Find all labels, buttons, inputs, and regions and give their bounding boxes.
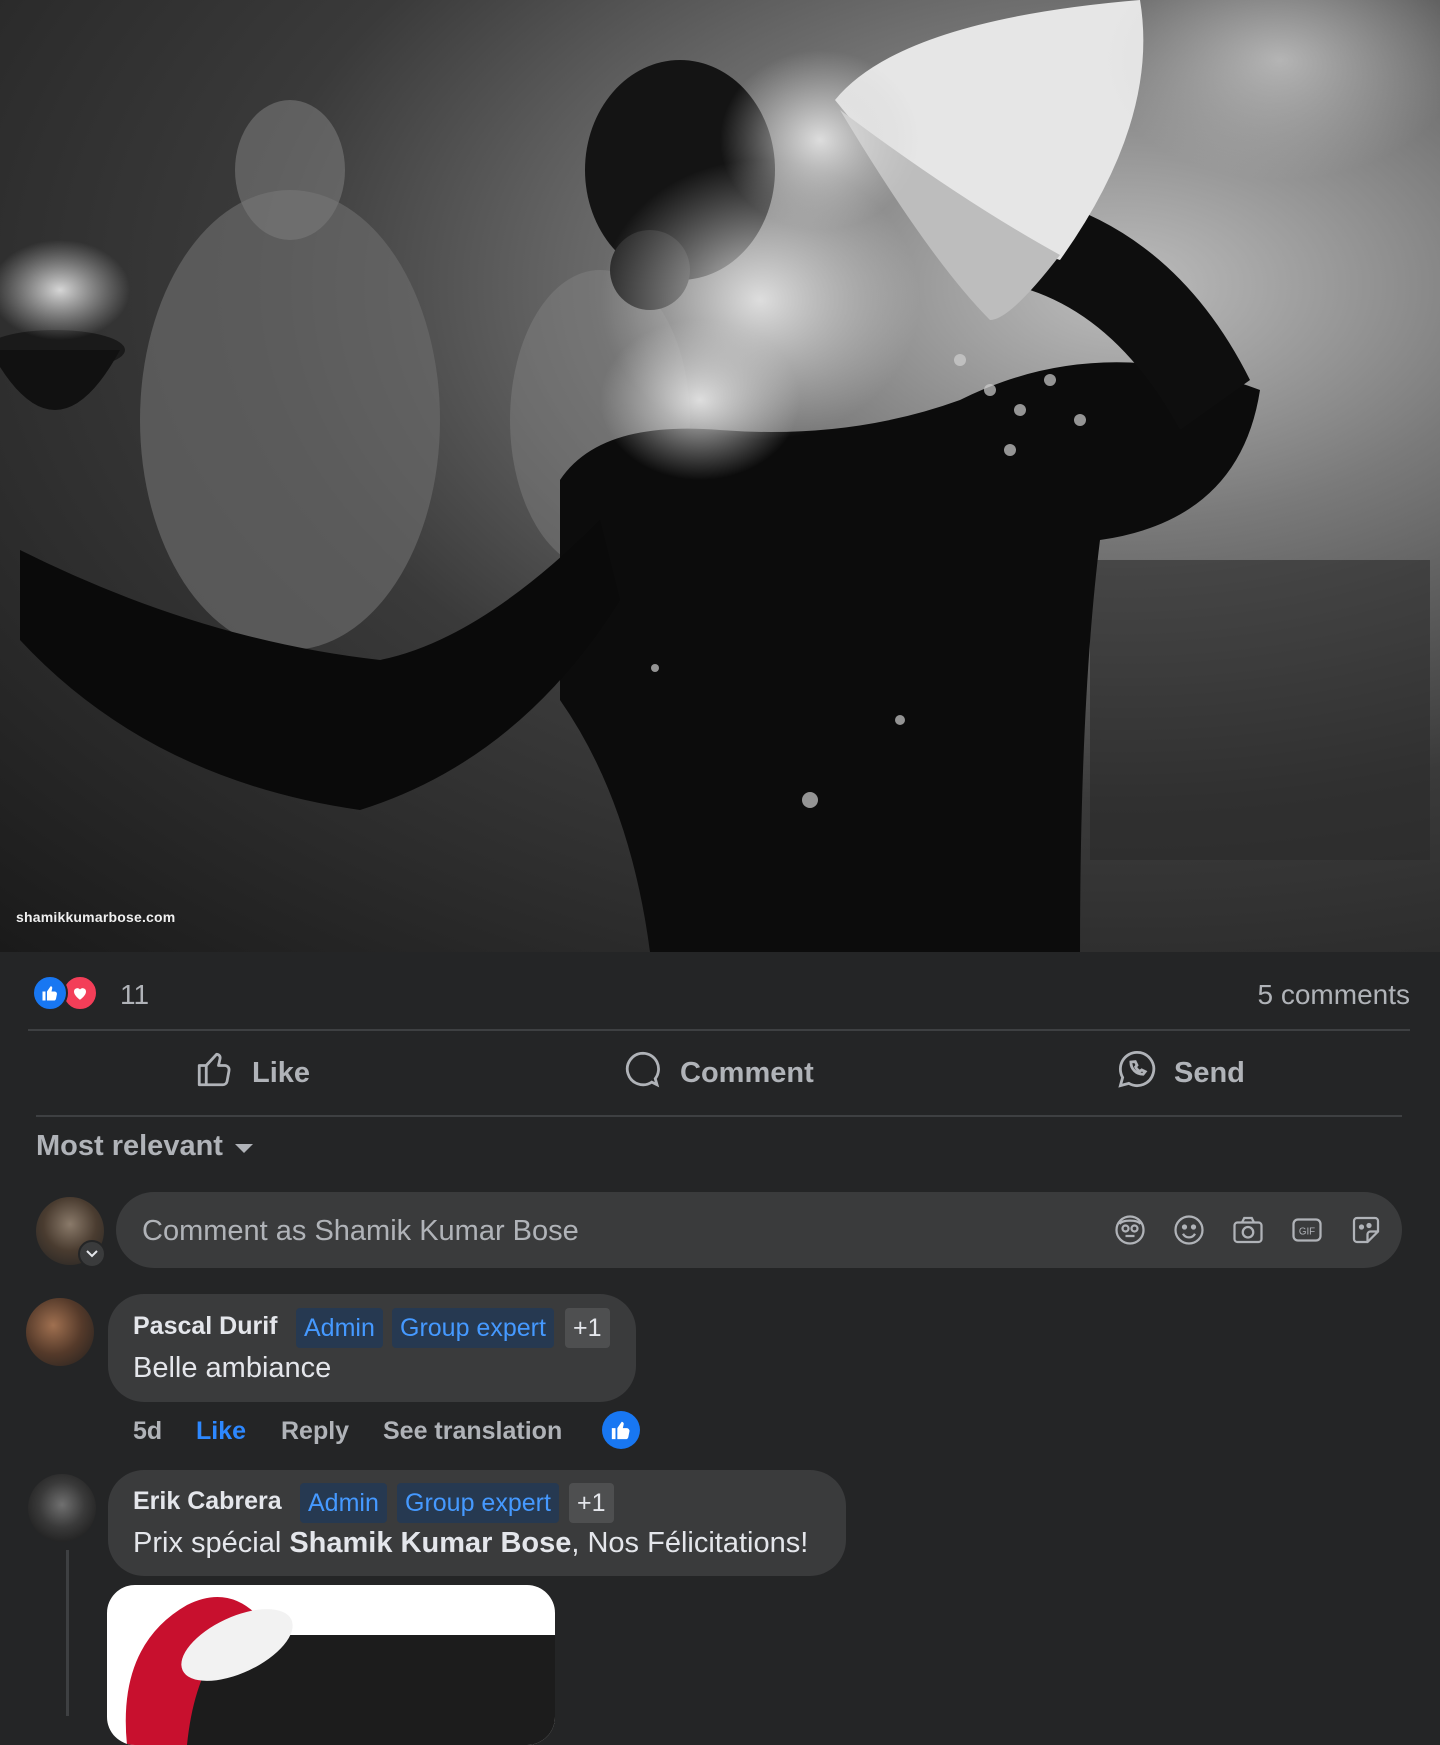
reaction-icons[interactable]: [32, 974, 98, 1012]
admin-badge[interactable]: Admin: [296, 1308, 383, 1348]
comment-button[interactable]: Comment: [622, 1045, 814, 1101]
comment-composer: GIF: [116, 1192, 1402, 1270]
comment-reply-button[interactable]: Reply: [281, 1417, 349, 1446]
commenter-avatar[interactable]: [28, 1474, 96, 1542]
comment-sort-dropdown[interactable]: Most relevant: [36, 1130, 255, 1163]
svg-text:GIF: GIF: [1298, 1227, 1314, 1238]
santa-hat-icon: [125, 1597, 555, 1745]
comments-count-link[interactable]: 5 comments: [1258, 979, 1411, 1011]
comment-input[interactable]: [140, 1192, 1044, 1270]
reaction-count[interactable]: 11: [120, 979, 149, 1011]
comment-text: Belle ambiance: [133, 1352, 332, 1384]
speech-bubble-icon: [622, 1048, 664, 1098]
photo-watermark: shamikkumarbose.com: [16, 909, 176, 925]
post-photo[interactable]: shamikkumarbose.com: [0, 0, 1440, 952]
comment-author[interactable]: Pascal Durif: [133, 1312, 278, 1341]
like-button[interactable]: Like: [194, 1045, 310, 1101]
caret-down-icon: [233, 1130, 255, 1163]
gif-icon[interactable]: GIF: [1288, 1210, 1325, 1250]
see-translation-link[interactable]: See translation: [383, 1417, 562, 1446]
camera-icon[interactable]: [1229, 1210, 1266, 1250]
comment-text: Prix spécial Shamik Kumar Bose, Nos Féli…: [133, 1527, 808, 1560]
send-button-label: Send: [1174, 1056, 1245, 1089]
send-button[interactable]: Send: [1116, 1045, 1245, 1101]
commenter-avatar[interactable]: [26, 1298, 94, 1366]
mention-link[interactable]: Shamik Kumar Bose: [289, 1527, 571, 1559]
comment-timestamp[interactable]: 5d: [133, 1417, 162, 1446]
like-reaction-icon: [32, 975, 68, 1011]
post-actions: Like Comment Send: [28, 1031, 1410, 1115]
emoji-icon[interactable]: [1170, 1210, 1207, 1250]
group-expert-badge[interactable]: Group expert: [397, 1483, 559, 1523]
comment-text-before: Prix spécial: [133, 1527, 290, 1559]
comment-like-button[interactable]: Like: [196, 1417, 246, 1446]
sort-label: Most relevant: [36, 1130, 223, 1162]
composer-tools: GIF: [1111, 1210, 1384, 1250]
more-badges[interactable]: +1: [565, 1308, 610, 1348]
chevron-down-icon[interactable]: [78, 1240, 106, 1268]
like-button-label: Like: [252, 1056, 311, 1089]
group-expert-badge[interactable]: Group expert: [392, 1308, 554, 1348]
photo-illustration: [0, 0, 1440, 952]
comment-button-label: Comment: [680, 1056, 814, 1089]
more-badges[interactable]: +1: [569, 1483, 614, 1523]
comment-text-after: , Nos Félicitations!: [571, 1527, 809, 1559]
comment-like-reaction-icon[interactable]: [602, 1411, 640, 1449]
whatsapp-icon: [1116, 1048, 1158, 1098]
avatar-sticker-icon[interactable]: [1111, 1210, 1148, 1250]
sticker-icon[interactable]: [1347, 1210, 1384, 1250]
reply-thread-line: [66, 1550, 69, 1716]
admin-badge[interactable]: Admin: [300, 1483, 387, 1523]
divider: [36, 1115, 1402, 1117]
comment-author[interactable]: Erik Cabrera: [133, 1487, 282, 1516]
comment-sticker-image[interactable]: [107, 1585, 555, 1745]
thumbs-up-icon: [194, 1048, 236, 1098]
reactions-bar: 11 5 comments: [0, 952, 1440, 1030]
